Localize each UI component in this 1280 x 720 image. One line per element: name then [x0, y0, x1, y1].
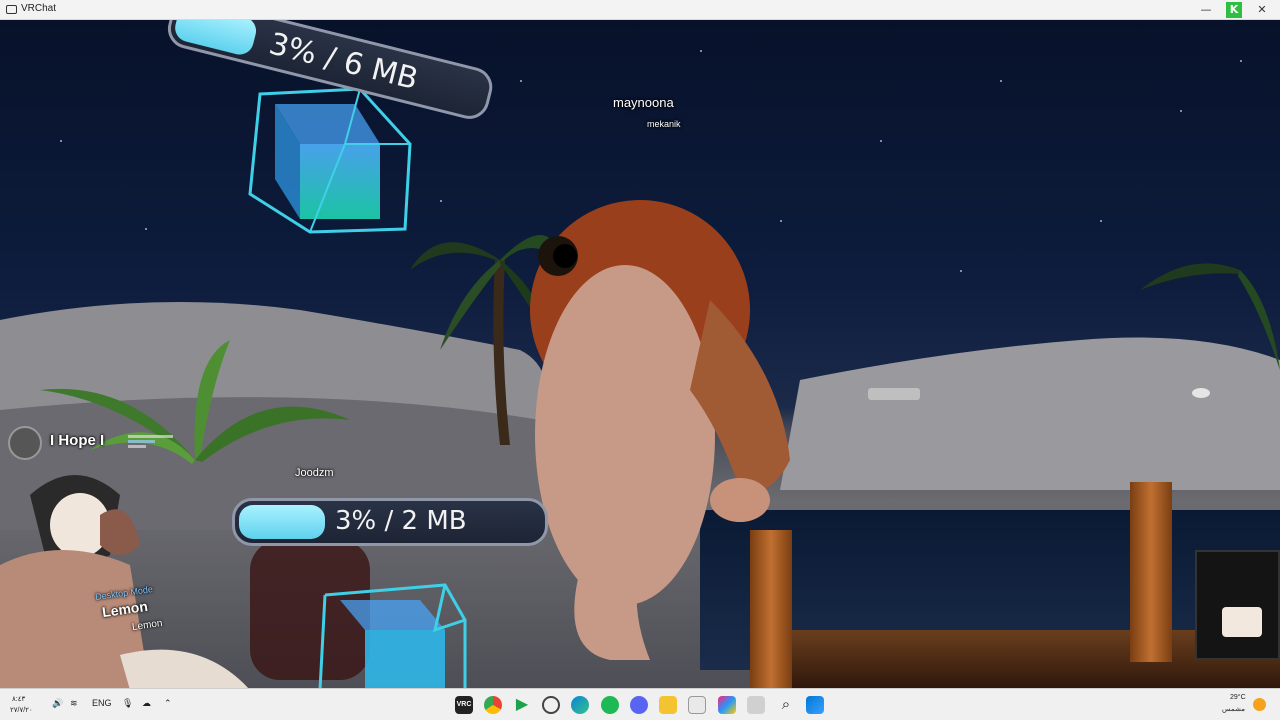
dock-post [1130, 482, 1172, 662]
microphone-icon[interactable]: 🎙 [122, 698, 133, 709]
player-nameplate-joodzm[interactable]: Joodzm [295, 467, 334, 479]
vrchat-icon[interactable]: VRC [455, 696, 473, 714]
anime-avatar[interactable] [0, 455, 250, 688]
star [700, 50, 702, 52]
download-progress-fill [172, 20, 260, 58]
notes-icon[interactable] [747, 696, 765, 714]
language-indicator[interactable]: ENG [92, 698, 112, 708]
clock-date[interactable]: ٢٧/٧/٢٠ [10, 706, 33, 714]
discord-icon[interactable] [630, 696, 648, 714]
weather-desc[interactable]: مشمس [1222, 705, 1245, 713]
weather-temp[interactable]: 29°C [1230, 694, 1246, 701]
spotify-icon[interactable] [601, 696, 619, 714]
chrome-icon[interactable] [484, 696, 502, 714]
vrchat-app-icon [6, 5, 17, 14]
onedrive-icon[interactable]: ☁ [142, 698, 151, 709]
fern-plant [40, 340, 350, 464]
avatar[interactable] [8, 426, 42, 460]
store-icon[interactable] [688, 696, 706, 714]
star [145, 228, 147, 230]
play-icon[interactable]: ▶ [513, 696, 531, 714]
player-nameplate[interactable]: maynoona [613, 95, 674, 110]
lantern [1195, 550, 1280, 660]
download-cube-icon-2 [318, 583, 467, 688]
palm-tree-right [1140, 263, 1280, 370]
start-icon[interactable] [806, 696, 824, 714]
file-explorer-icon[interactable] [659, 696, 677, 714]
wifi-icon[interactable]: ≋ [70, 698, 78, 709]
star [880, 140, 882, 142]
player-stats-overlay [128, 433, 173, 457]
star [520, 80, 522, 82]
star [1240, 60, 1242, 62]
minimize-button[interactable]: — [1198, 2, 1214, 18]
window-title: VRChat [21, 3, 57, 14]
star [1000, 80, 1002, 82]
game-viewport[interactable]: 3% / 6 MB 3% / 2 MB maynoona mekanik I H… [0, 20, 1280, 688]
window-titlebar: VRChat — K ✕ [0, 0, 1280, 20]
windows-taskbar: ٨:٤٣ ٢٧/٧/٢٠ 🔊 ≋ ENG 🎙 ☁ ⌃ VRC ▶ ⌕ 29°C … [0, 688, 1280, 720]
star [1180, 110, 1182, 112]
download-progress-fill-2 [239, 505, 325, 539]
star [60, 140, 62, 142]
star [960, 270, 962, 272]
clock-time[interactable]: ٨:٤٣ [12, 695, 25, 703]
close-button[interactable]: ✕ [1254, 2, 1270, 18]
player-nameplate-left[interactable]: I Hope I [50, 432, 104, 449]
search-icon[interactable]: ⌕ [777, 696, 795, 714]
copilot-icon[interactable] [718, 696, 736, 714]
player-status-text: mekanik [647, 119, 681, 129]
download-progress-text-2: 3% / 2 MB [335, 506, 467, 536]
chevron-up-icon[interactable]: ⌃ [164, 698, 172, 709]
weather-sun-icon[interactable] [1253, 698, 1266, 711]
edge-icon[interactable] [571, 696, 589, 714]
frog-avatar[interactable] [520, 190, 810, 688]
download-progress-bar-2: 3% / 2 MB [232, 498, 548, 546]
download-cube-icon [248, 87, 412, 234]
distant-player-avatar[interactable] [1192, 388, 1210, 398]
star [1100, 220, 1102, 222]
distant-player-nameplate[interactable] [868, 388, 920, 400]
overlay-k-badge: K [1226, 2, 1242, 18]
volume-icon[interactable]: 🔊 [52, 698, 63, 709]
steam-icon[interactable] [542, 696, 560, 714]
